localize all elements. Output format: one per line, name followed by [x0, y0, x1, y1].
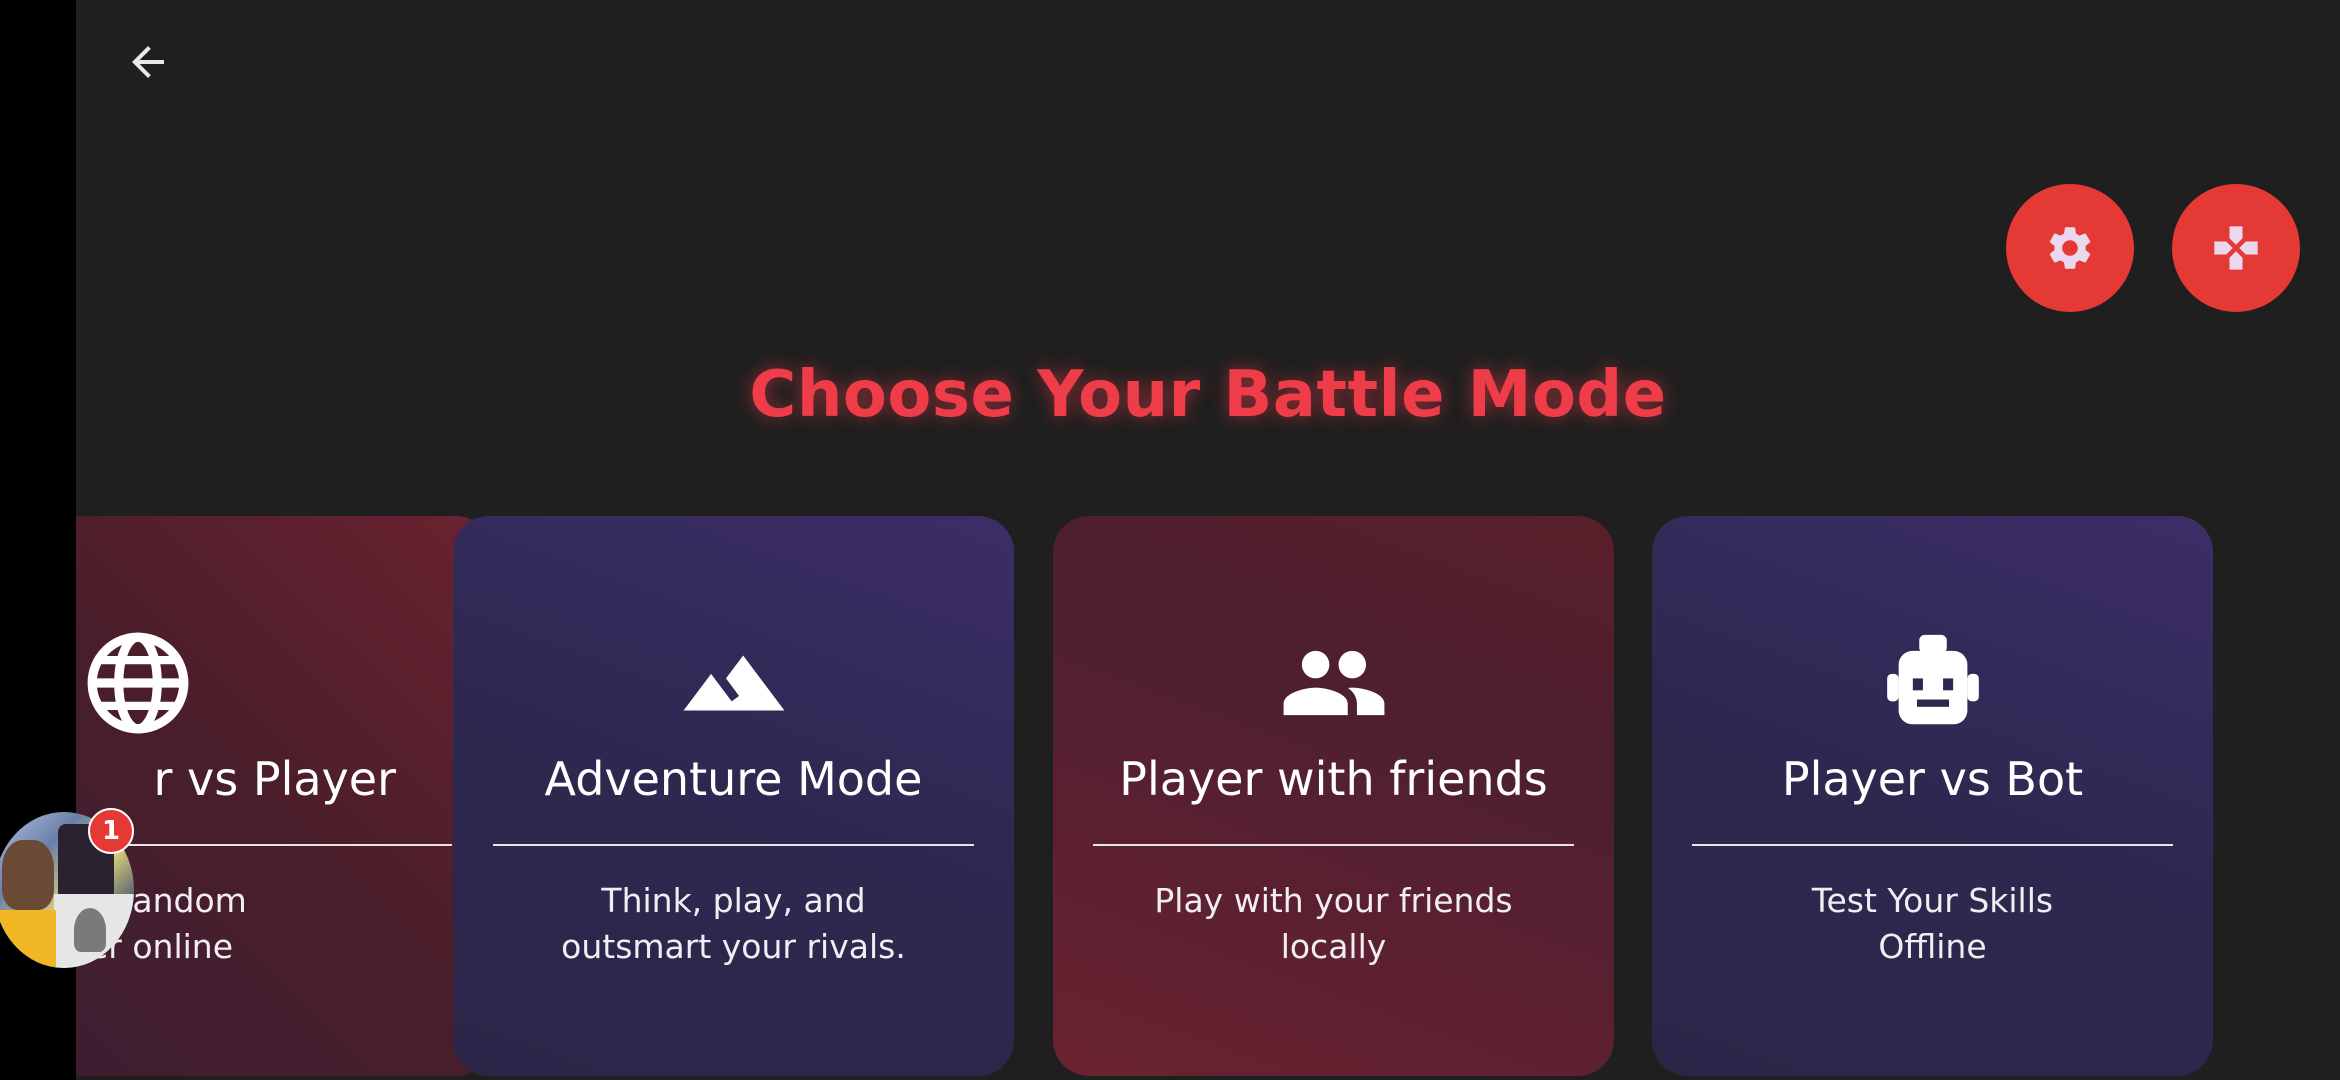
robot-icon-wrap	[1652, 628, 2213, 738]
card-divider	[1093, 844, 1574, 846]
mode-card-bot[interactable]: Player vs Bot Test Your Skills Offline	[1652, 516, 2213, 1076]
desc-line-2: locally	[1280, 927, 1387, 966]
mountain-icon-wrap	[453, 628, 1014, 738]
gear-icon	[2049, 227, 2091, 269]
people-icon-wrap	[1053, 628, 1614, 738]
page-title: Choose Your Battle Mode	[749, 358, 1667, 432]
mode-card-friends[interactable]: Player with friends Play with your frien…	[1053, 516, 1614, 1076]
mode-card-title: Player vs Bot	[1781, 752, 2084, 806]
desc-line-1: Play with your friends	[1154, 881, 1513, 920]
mode-card-title: r vs Player	[153, 752, 397, 806]
settings-button[interactable]	[2006, 184, 2134, 312]
mode-card-description: Test Your Skills Offline	[1692, 878, 2173, 970]
people-icon	[1283, 650, 1384, 716]
battle-mode-screen: Choose Your Battle Mode r vs Player e ra…	[76, 0, 2340, 1080]
desc-line-2: Offline	[1878, 927, 1987, 966]
globe-icon-wrap	[76, 628, 492, 738]
robot-icon	[1886, 634, 1979, 725]
chat-head-bubble[interactable]: 1	[0, 808, 140, 968]
arrow-left-icon	[132, 46, 164, 78]
mode-card-title: Player with friends	[1119, 752, 1548, 806]
mode-card-title: Adventure Mode	[544, 752, 923, 806]
desc-line-2: outsmart your rivals.	[561, 927, 906, 966]
card-divider	[493, 844, 974, 846]
mountain-icon	[683, 655, 784, 711]
notification-badge: 1	[88, 808, 134, 854]
back-button[interactable]	[114, 28, 182, 96]
mode-card-online[interactable]: r vs Player e random er online	[76, 516, 492, 1076]
globe-icon	[87, 632, 189, 734]
mode-card-description: Play with your friends locally	[1093, 878, 1574, 970]
mode-card-adventure[interactable]: Adventure Mode Think, play, and outsmart…	[453, 516, 1014, 1076]
card-divider	[1692, 844, 2173, 846]
desc-line-1: Think, play, and	[601, 881, 866, 920]
gamepad-icon	[2214, 226, 2258, 270]
mode-card-description: Think, play, and outsmart your rivals.	[493, 878, 974, 970]
games-button[interactable]	[2172, 184, 2300, 312]
desc-line-1: Test Your Skills	[1811, 881, 2054, 920]
